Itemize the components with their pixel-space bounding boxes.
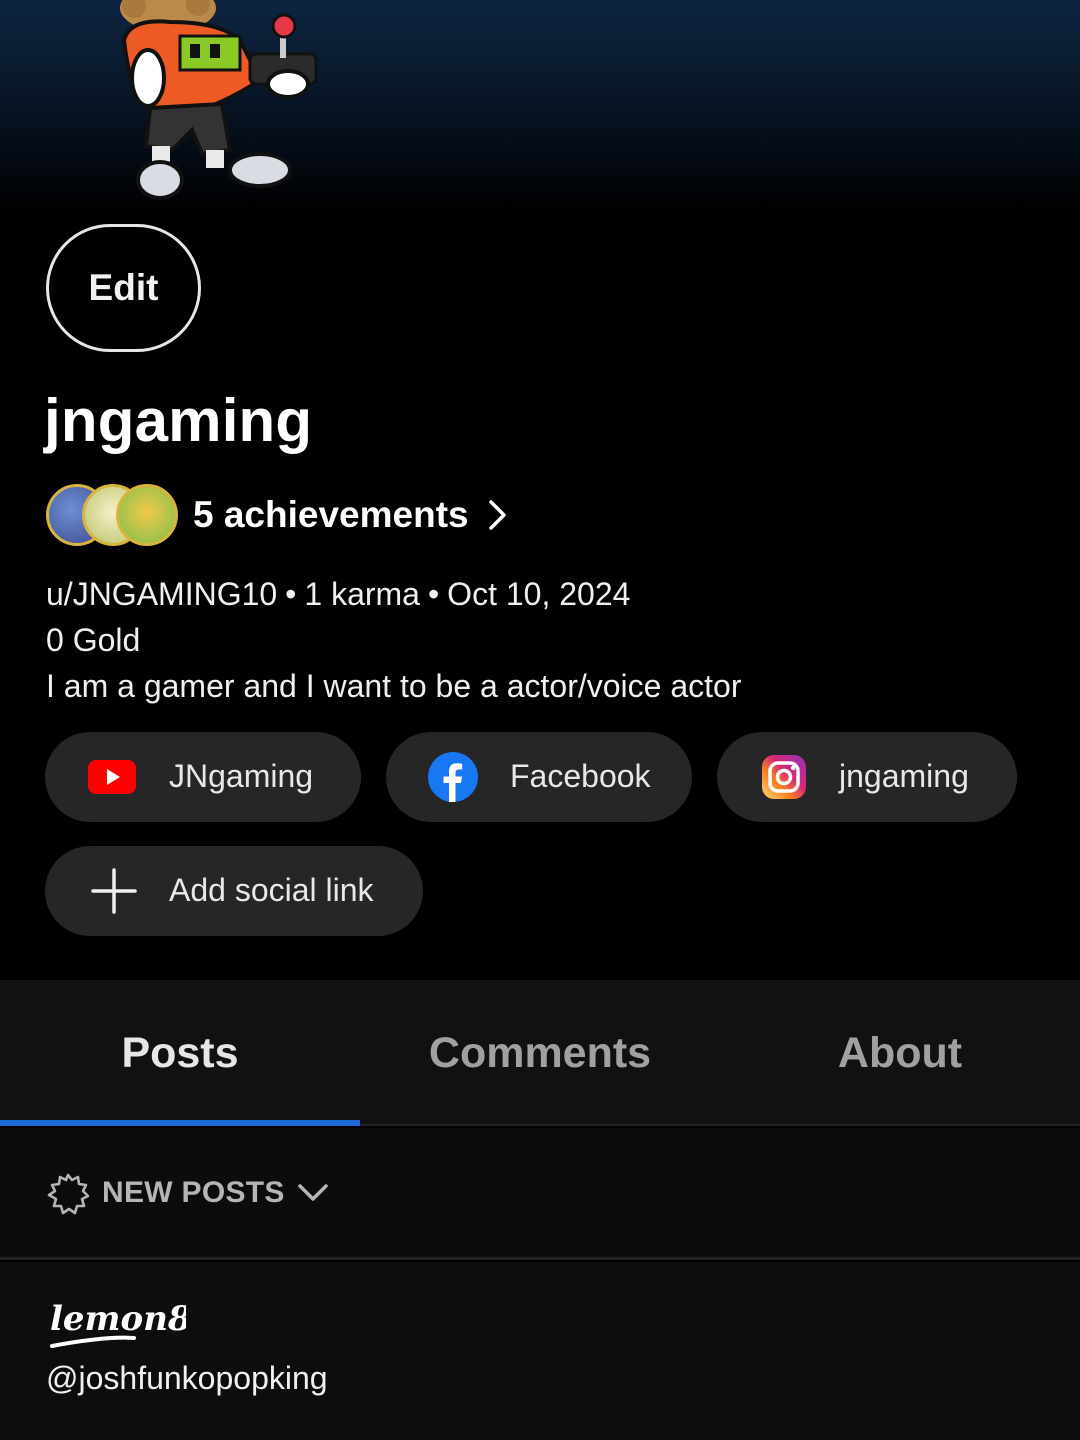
watermark-handle: @joshfunkopopking (46, 1360, 328, 1396)
separator-dot: • (427, 576, 440, 612)
profile-handle: u/JNGAMING10 (46, 576, 278, 612)
add-social-link-label: Add social link (169, 872, 374, 908)
achievements-row[interactable]: 5 achievements (46, 480, 509, 550)
profile-bio: I am a gamer and I want to be a actor/vo… (46, 668, 742, 704)
tab-comments[interactable]: Comments (360, 980, 720, 1126)
social-link-label: jngaming (839, 758, 969, 794)
plus-icon (91, 868, 137, 914)
achievement-badges (46, 482, 180, 548)
add-social-link-button[interactable]: Add social link (45, 846, 423, 936)
profile-page: Edit jngaming 5 achievements u/JNGAMING1… (0, 0, 1080, 1440)
sort-dropdown[interactable]: NEW POSTS (102, 1176, 285, 1210)
facebook-icon (428, 752, 478, 802)
social-link-youtube[interactable]: JNgaming (45, 732, 361, 822)
profile-stats-line: u/JNGAMING10 • 1 karma • Oct 10, 2024 (46, 576, 630, 613)
youtube-icon (88, 760, 136, 794)
chevron-right-icon (488, 500, 506, 530)
profile-username: jngaming (44, 387, 313, 454)
new-burst-icon[interactable] (46, 1172, 90, 1216)
lemon8-logo: lemon8 (50, 1299, 186, 1348)
tab-posts[interactable]: Posts (0, 980, 360, 1126)
profile-gold: 0 Gold (46, 622, 141, 658)
tab-about[interactable]: About (720, 980, 1080, 1126)
instagram-icon (762, 755, 806, 799)
social-link-label: Facebook (510, 758, 651, 794)
svg-text:lemon8: lemon8 (50, 1299, 186, 1339)
profile-karma: 1 karma (304, 576, 420, 612)
snoo-avatar-icon[interactable] (110, 0, 330, 205)
chevron-down-icon[interactable] (296, 1180, 330, 1206)
profile-tabs: Posts Comments About (0, 980, 1080, 1126)
separator-dot: • (285, 576, 297, 612)
edit-profile-button[interactable]: Edit (46, 224, 201, 352)
social-link-facebook[interactable]: Facebook (386, 732, 692, 822)
active-tab-indicator (0, 1120, 360, 1126)
achievement-badge-icon (116, 484, 178, 546)
social-link-instagram[interactable]: jngaming (717, 732, 1017, 822)
achievements-label: 5 achievements (193, 494, 469, 535)
social-link-label: JNgaming (169, 758, 314, 794)
profile-joined-date: Oct 10, 2024 (447, 576, 631, 612)
